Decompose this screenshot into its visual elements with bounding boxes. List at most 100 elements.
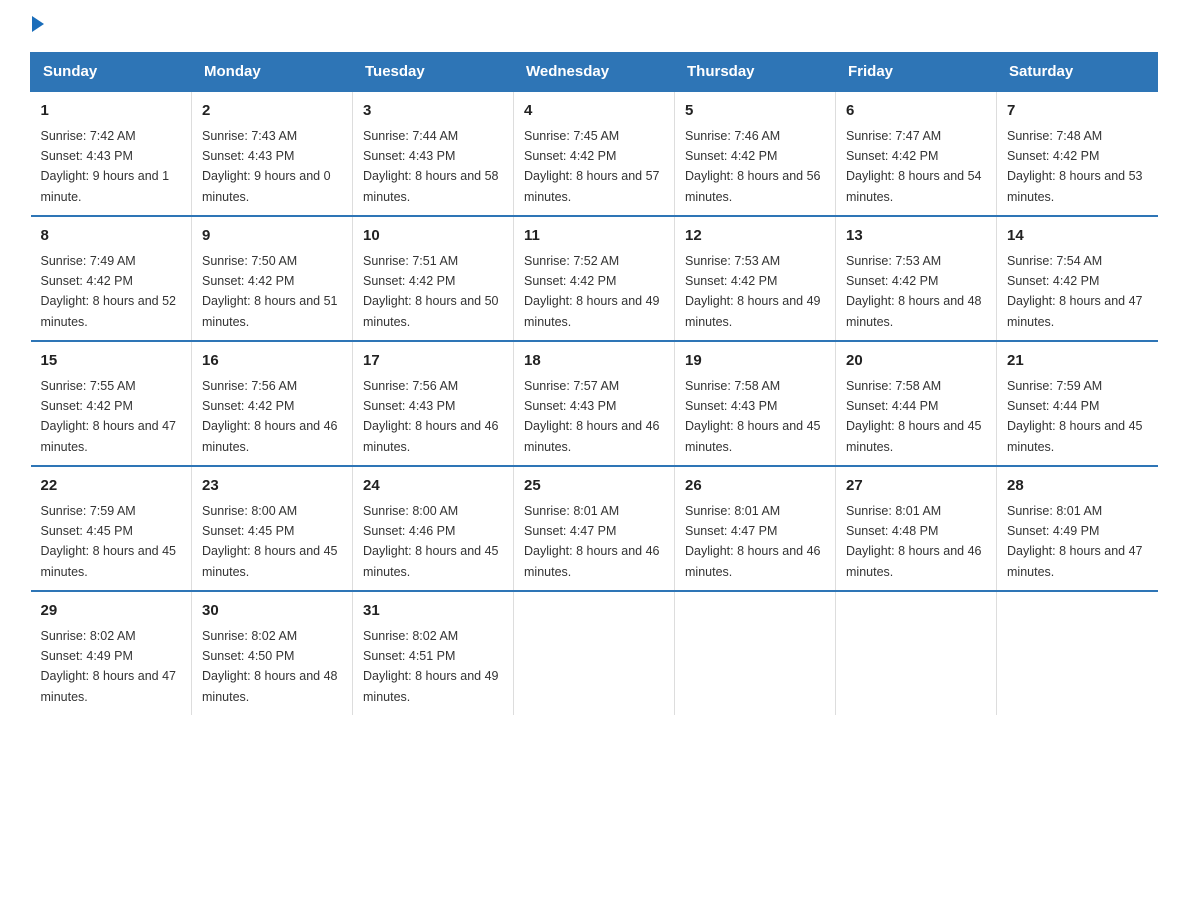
day-number: 2: [202, 100, 342, 123]
day-number: 25: [524, 475, 664, 498]
calendar-cell: [997, 591, 1158, 715]
day-info: Sunrise: 7:43 AMSunset: 4:43 PMDaylight:…: [202, 129, 331, 204]
calendar-cell: 17 Sunrise: 7:56 AMSunset: 4:43 PMDaylig…: [353, 341, 514, 466]
calendar-cell: 8 Sunrise: 7:49 AMSunset: 4:42 PMDayligh…: [31, 216, 192, 341]
day-info: Sunrise: 7:59 AMSunset: 4:45 PMDaylight:…: [41, 504, 177, 579]
day-info: Sunrise: 7:53 AMSunset: 4:42 PMDaylight:…: [846, 254, 982, 329]
days-of-week-row: SundayMondayTuesdayWednesdayThursdayFrid…: [31, 53, 1158, 92]
calendar-cell: 7 Sunrise: 7:48 AMSunset: 4:42 PMDayligh…: [997, 91, 1158, 216]
day-number: 1: [41, 100, 182, 123]
day-number: 10: [363, 225, 503, 248]
calendar-cell: 20 Sunrise: 7:58 AMSunset: 4:44 PMDaylig…: [836, 341, 997, 466]
day-info: Sunrise: 7:58 AMSunset: 4:43 PMDaylight:…: [685, 379, 821, 454]
day-number: 8: [41, 225, 182, 248]
day-number: 14: [1007, 225, 1148, 248]
weekday-header-sunday: Sunday: [31, 53, 192, 92]
calendar-cell: 4 Sunrise: 7:45 AMSunset: 4:42 PMDayligh…: [514, 91, 675, 216]
logo: [30, 20, 44, 32]
day-info: Sunrise: 7:44 AMSunset: 4:43 PMDaylight:…: [363, 129, 499, 204]
calendar-cell: 11 Sunrise: 7:52 AMSunset: 4:42 PMDaylig…: [514, 216, 675, 341]
calendar-week-row: 29 Sunrise: 8:02 AMSunset: 4:49 PMDaylig…: [31, 591, 1158, 715]
calendar-cell: 12 Sunrise: 7:53 AMSunset: 4:42 PMDaylig…: [675, 216, 836, 341]
day-number: 15: [41, 350, 182, 373]
calendar-cell: 10 Sunrise: 7:51 AMSunset: 4:42 PMDaylig…: [353, 216, 514, 341]
day-info: Sunrise: 7:42 AMSunset: 4:43 PMDaylight:…: [41, 129, 170, 204]
day-number: 28: [1007, 475, 1148, 498]
calendar-cell: 21 Sunrise: 7:59 AMSunset: 4:44 PMDaylig…: [997, 341, 1158, 466]
day-info: Sunrise: 8:01 AMSunset: 4:48 PMDaylight:…: [846, 504, 982, 579]
day-number: 19: [685, 350, 825, 373]
calendar-header: SundayMondayTuesdayWednesdayThursdayFrid…: [31, 53, 1158, 92]
calendar-week-row: 15 Sunrise: 7:55 AMSunset: 4:42 PMDaylig…: [31, 341, 1158, 466]
day-info: Sunrise: 7:58 AMSunset: 4:44 PMDaylight:…: [846, 379, 982, 454]
calendar-week-row: 22 Sunrise: 7:59 AMSunset: 4:45 PMDaylig…: [31, 466, 1158, 591]
weekday-header-tuesday: Tuesday: [353, 53, 514, 92]
day-info: Sunrise: 8:00 AMSunset: 4:45 PMDaylight:…: [202, 504, 338, 579]
day-info: Sunrise: 7:59 AMSunset: 4:44 PMDaylight:…: [1007, 379, 1143, 454]
calendar-cell: 28 Sunrise: 8:01 AMSunset: 4:49 PMDaylig…: [997, 466, 1158, 591]
calendar-cell: 14 Sunrise: 7:54 AMSunset: 4:42 PMDaylig…: [997, 216, 1158, 341]
day-number: 4: [524, 100, 664, 123]
calendar-cell: 24 Sunrise: 8:00 AMSunset: 4:46 PMDaylig…: [353, 466, 514, 591]
calendar-cell: 16 Sunrise: 7:56 AMSunset: 4:42 PMDaylig…: [192, 341, 353, 466]
day-number: 30: [202, 600, 342, 623]
day-number: 29: [41, 600, 182, 623]
day-info: Sunrise: 8:01 AMSunset: 4:47 PMDaylight:…: [685, 504, 821, 579]
weekday-header-saturday: Saturday: [997, 53, 1158, 92]
day-number: 6: [846, 100, 986, 123]
day-number: 26: [685, 475, 825, 498]
day-number: 3: [363, 100, 503, 123]
day-number: 17: [363, 350, 503, 373]
calendar-cell: 23 Sunrise: 8:00 AMSunset: 4:45 PMDaylig…: [192, 466, 353, 591]
calendar-body: 1 Sunrise: 7:42 AMSunset: 4:43 PMDayligh…: [31, 91, 1158, 715]
calendar-cell: 13 Sunrise: 7:53 AMSunset: 4:42 PMDaylig…: [836, 216, 997, 341]
calendar-cell: 22 Sunrise: 7:59 AMSunset: 4:45 PMDaylig…: [31, 466, 192, 591]
day-info: Sunrise: 7:54 AMSunset: 4:42 PMDaylight:…: [1007, 254, 1143, 329]
day-info: Sunrise: 7:53 AMSunset: 4:42 PMDaylight:…: [685, 254, 821, 329]
calendar-cell: 27 Sunrise: 8:01 AMSunset: 4:48 PMDaylig…: [836, 466, 997, 591]
day-number: 9: [202, 225, 342, 248]
day-info: Sunrise: 7:47 AMSunset: 4:42 PMDaylight:…: [846, 129, 982, 204]
day-info: Sunrise: 7:45 AMSunset: 4:42 PMDaylight:…: [524, 129, 660, 204]
calendar-cell: 25 Sunrise: 8:01 AMSunset: 4:47 PMDaylig…: [514, 466, 675, 591]
day-number: 20: [846, 350, 986, 373]
day-info: Sunrise: 7:46 AMSunset: 4:42 PMDaylight:…: [685, 129, 821, 204]
calendar-week-row: 1 Sunrise: 7:42 AMSunset: 4:43 PMDayligh…: [31, 91, 1158, 216]
day-info: Sunrise: 7:50 AMSunset: 4:42 PMDaylight:…: [202, 254, 338, 329]
calendar-cell: 26 Sunrise: 8:01 AMSunset: 4:47 PMDaylig…: [675, 466, 836, 591]
day-number: 22: [41, 475, 182, 498]
day-number: 7: [1007, 100, 1148, 123]
day-number: 12: [685, 225, 825, 248]
calendar-cell: 2 Sunrise: 7:43 AMSunset: 4:43 PMDayligh…: [192, 91, 353, 216]
day-number: 16: [202, 350, 342, 373]
calendar-cell: 31 Sunrise: 8:02 AMSunset: 4:51 PMDaylig…: [353, 591, 514, 715]
day-info: Sunrise: 8:01 AMSunset: 4:47 PMDaylight:…: [524, 504, 660, 579]
calendar-week-row: 8 Sunrise: 7:49 AMSunset: 4:42 PMDayligh…: [31, 216, 1158, 341]
day-number: 13: [846, 225, 986, 248]
page-header: [30, 20, 1158, 32]
day-number: 31: [363, 600, 503, 623]
day-info: Sunrise: 8:02 AMSunset: 4:49 PMDaylight:…: [41, 629, 177, 704]
calendar-cell: 9 Sunrise: 7:50 AMSunset: 4:42 PMDayligh…: [192, 216, 353, 341]
day-info: Sunrise: 8:02 AMSunset: 4:51 PMDaylight:…: [363, 629, 499, 704]
day-number: 23: [202, 475, 342, 498]
weekday-header-thursday: Thursday: [675, 53, 836, 92]
calendar-cell: [836, 591, 997, 715]
calendar-cell: 19 Sunrise: 7:58 AMSunset: 4:43 PMDaylig…: [675, 341, 836, 466]
day-number: 18: [524, 350, 664, 373]
day-info: Sunrise: 7:49 AMSunset: 4:42 PMDaylight:…: [41, 254, 177, 329]
day-number: 11: [524, 225, 664, 248]
calendar-cell: 1 Sunrise: 7:42 AMSunset: 4:43 PMDayligh…: [31, 91, 192, 216]
day-info: Sunrise: 7:56 AMSunset: 4:42 PMDaylight:…: [202, 379, 338, 454]
logo-arrow-icon: [32, 16, 44, 32]
weekday-header-friday: Friday: [836, 53, 997, 92]
day-info: Sunrise: 7:48 AMSunset: 4:42 PMDaylight:…: [1007, 129, 1143, 204]
calendar-cell: 3 Sunrise: 7:44 AMSunset: 4:43 PMDayligh…: [353, 91, 514, 216]
calendar-cell: [675, 591, 836, 715]
calendar-cell: 29 Sunrise: 8:02 AMSunset: 4:49 PMDaylig…: [31, 591, 192, 715]
day-number: 21: [1007, 350, 1148, 373]
day-number: 5: [685, 100, 825, 123]
calendar-cell: 30 Sunrise: 8:02 AMSunset: 4:50 PMDaylig…: [192, 591, 353, 715]
day-info: Sunrise: 8:01 AMSunset: 4:49 PMDaylight:…: [1007, 504, 1143, 579]
calendar-cell: 18 Sunrise: 7:57 AMSunset: 4:43 PMDaylig…: [514, 341, 675, 466]
